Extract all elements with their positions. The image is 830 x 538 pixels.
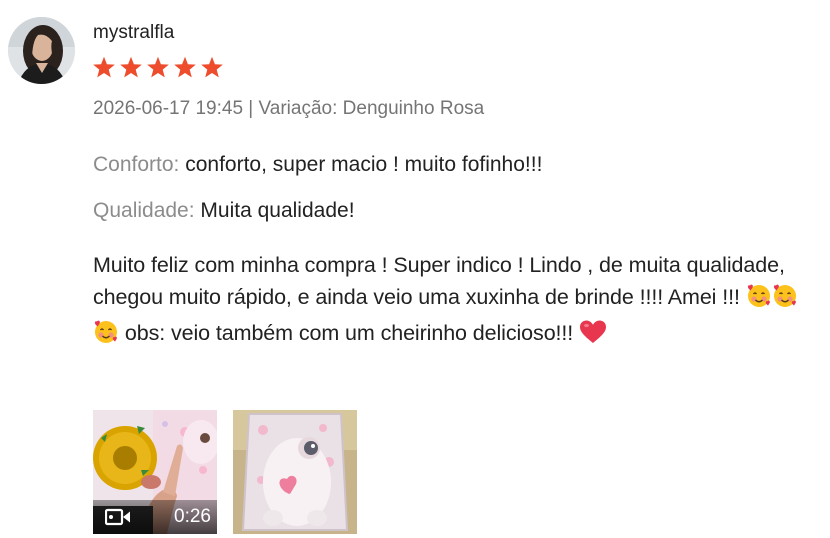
video-duration: 0:26	[174, 506, 211, 527]
attribute-conforto: Conforto: conforto, super macio ! muito …	[93, 153, 542, 177]
review-body-text: Muito feliz com minha compra ! Super ind…	[93, 253, 785, 309]
red-heart-icon	[579, 319, 607, 355]
username: mystralfla	[93, 22, 175, 43]
video-info-bar: 0:26	[93, 500, 217, 534]
attribute-label: Qualidade:	[93, 199, 195, 222]
star-icon	[200, 56, 224, 79]
smiling-face-with-hearts-icon	[772, 283, 798, 319]
avatar[interactable]	[8, 17, 75, 84]
star-rating	[92, 56, 224, 79]
review-card: mystralfla 2026-06-17 19:45 | Variação: …	[0, 0, 830, 538]
review-image-thumbnail[interactable]	[233, 410, 357, 534]
star-icon	[92, 56, 116, 79]
star-icon	[119, 56, 143, 79]
review-date: 2026-06-17 19:45	[93, 98, 244, 119]
variation-label: Variação:	[258, 98, 338, 119]
attribute-value: Muita qualidade!	[200, 199, 355, 222]
review-body-text: obs: veio também com um cheirinho delici…	[119, 321, 580, 345]
review-video-thumbnail[interactable]: 0:26	[93, 410, 217, 534]
smiling-face-with-hearts-icon	[93, 319, 119, 355]
attribute-label: Conforto:	[93, 153, 180, 176]
attribute-value: conforto, super macio ! muito fofinho!!!	[185, 153, 543, 176]
video-camera-icon	[105, 508, 131, 526]
star-icon	[146, 56, 170, 79]
attribute-qualidade: Qualidade: Muita qualidade!	[93, 199, 355, 223]
star-icon	[173, 56, 197, 79]
review-body: Muito feliz com minha compra ! Super ind…	[93, 250, 823, 355]
variation-value: Denguinho Rosa	[342, 98, 485, 119]
meta-separator: |	[243, 98, 259, 119]
smiling-face-with-hearts-icon	[746, 283, 772, 319]
review-meta: 2026-06-17 19:45 | Variação: Denguinho R…	[93, 98, 484, 120]
